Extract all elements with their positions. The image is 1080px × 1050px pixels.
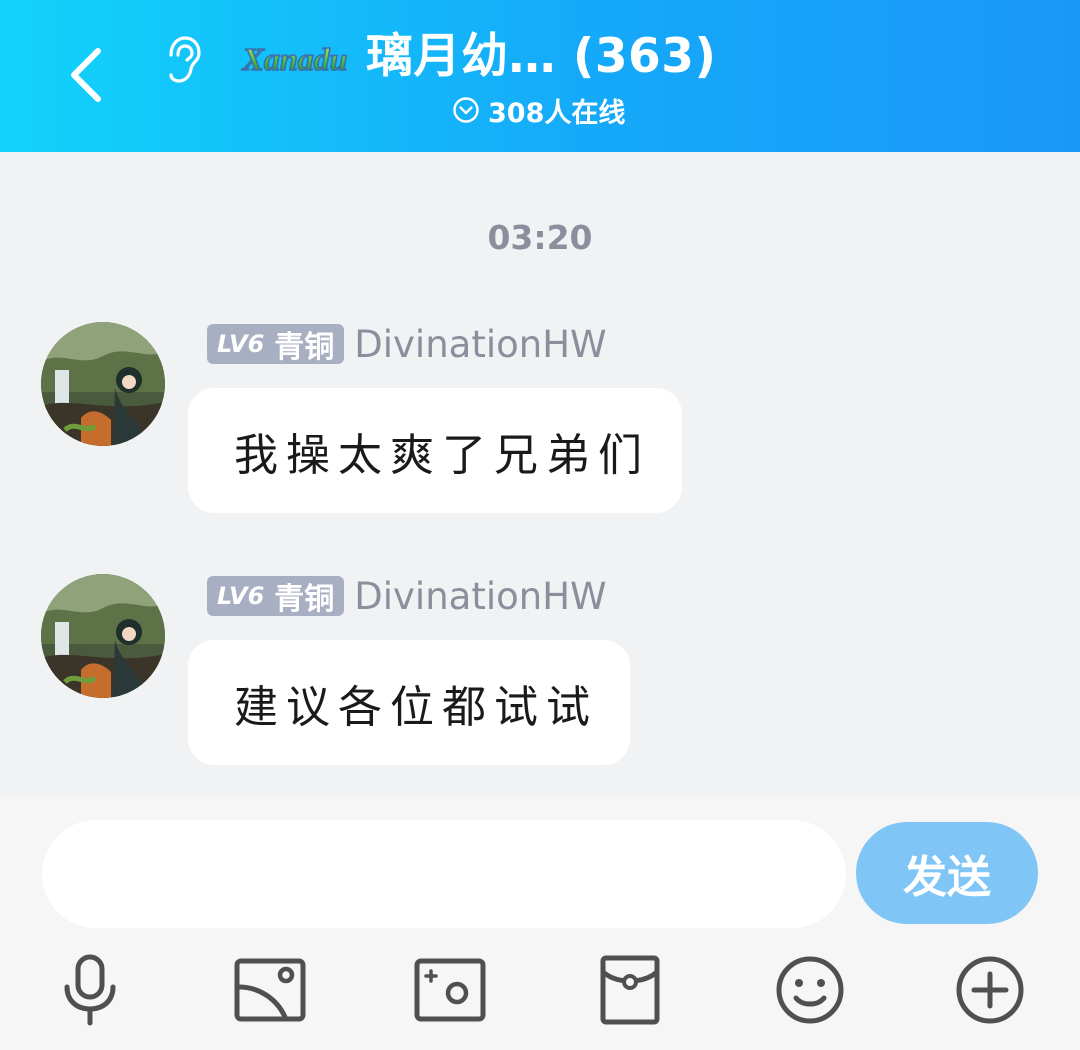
chevron-down-circle-icon: [452, 96, 480, 124]
message-timestamp: 03:20: [487, 218, 593, 257]
red-packet-button[interactable]: [590, 950, 670, 1030]
level-badge: LV6 青铜: [207, 576, 345, 617]
voice-button[interactable]: [50, 950, 130, 1030]
emoji-button[interactable]: [770, 950, 850, 1030]
message-text: 建议各位都试试: [234, 681, 598, 733]
camera-icon: [414, 958, 486, 1022]
ear-icon: [169, 36, 201, 83]
back-button[interactable]: [58, 40, 114, 110]
message-bubble[interactable]: 建议各位都试试: [188, 640, 630, 765]
input-area: 发送: [0, 796, 1080, 1050]
sender-row: LV6 青铜 DivinationHW: [207, 322, 607, 366]
sender-name[interactable]: DivinationHW: [354, 323, 606, 366]
more-button[interactable]: [950, 950, 1030, 1030]
message-bubble[interactable]: 我操太爽了兄弟们: [188, 388, 682, 513]
online-count[interactable]: 308人在线: [452, 90, 625, 130]
emoji-icon: [776, 956, 844, 1024]
level-number: LV6: [217, 582, 265, 610]
header-bar: Xanadu 璃月幼… (363) 308人在线: [0, 0, 1080, 152]
send-button[interactable]: 发送: [856, 822, 1038, 924]
level-badge: LV6 青铜: [207, 324, 345, 365]
microphone-icon: [64, 954, 116, 1026]
sender-name[interactable]: DivinationHW: [354, 575, 606, 618]
message-input[interactable]: [42, 820, 846, 928]
red-packet-icon: [600, 955, 660, 1025]
avatar[interactable]: [41, 322, 165, 446]
avatar[interactable]: [41, 574, 165, 698]
level-title: 青铜: [274, 330, 335, 365]
chat-area[interactable]: 03:20 LV6 青铜 DivinationHW 我操太爽了兄弟们 LV6 青…: [0, 152, 1080, 796]
plus-icon: [956, 956, 1024, 1024]
ear-mode-button[interactable]: [160, 34, 206, 86]
chat-message: LV6 青铜 DivinationHW 我操太爽了兄弟们: [0, 322, 1080, 522]
image-icon: [234, 958, 306, 1022]
online-count-text: 308人在线: [488, 97, 626, 129]
level-number: LV6: [217, 330, 265, 358]
chat-message: LV6 青铜 DivinationHW 建议各位都试试: [0, 574, 1080, 774]
camera-button[interactable]: [410, 950, 490, 1030]
group-logo: Xanadu: [224, 36, 366, 80]
message-text: 我操太爽了兄弟们: [234, 429, 650, 481]
sender-row: LV6 青铜 DivinationHW: [207, 574, 607, 618]
svg-text:Xanadu: Xanadu: [242, 41, 348, 77]
level-title: 青铜: [274, 582, 335, 617]
group-title[interactable]: 璃月幼… (363): [366, 24, 716, 90]
chevron-left-icon: [71, 48, 101, 102]
image-button[interactable]: [230, 950, 310, 1030]
